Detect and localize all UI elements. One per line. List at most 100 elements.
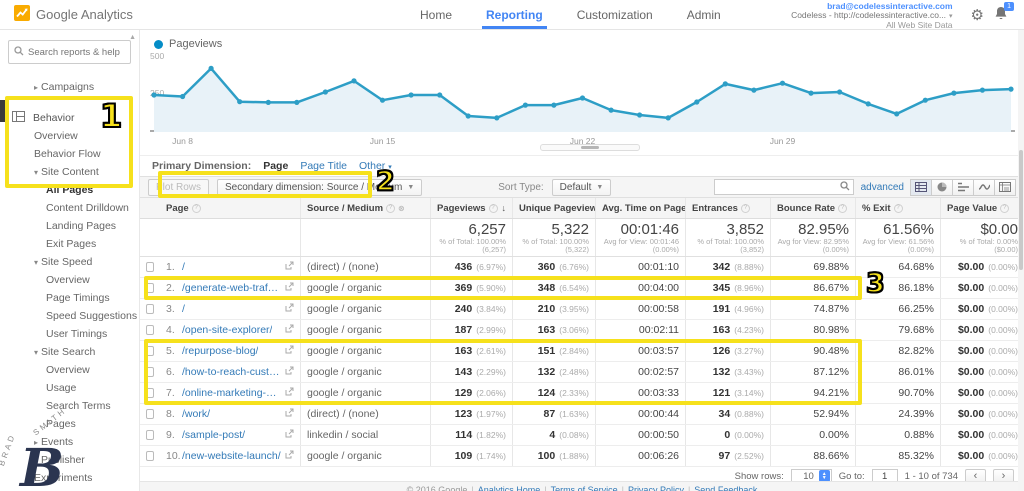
sidebar-item-site-search[interactable]: ▾Site Search bbox=[0, 343, 139, 361]
col-page[interactable]: Page? bbox=[160, 198, 300, 218]
external-link-icon[interactable] bbox=[281, 450, 294, 462]
row-checkbox[interactable] bbox=[140, 404, 160, 424]
scrollbar-handle[interactable] bbox=[581, 146, 599, 149]
vertical-scrollbar[interactable] bbox=[1018, 30, 1024, 491]
external-link-icon[interactable] bbox=[281, 366, 294, 378]
sidebar-item-campaigns[interactable]: ▸Campaigns bbox=[0, 78, 139, 96]
notifications-bell-icon[interactable]: 1 bbox=[994, 6, 1008, 24]
pivot-view-icon[interactable] bbox=[994, 179, 1016, 196]
page-link[interactable]: /open-site-explorer/ bbox=[182, 324, 272, 336]
help-icon[interactable]: ? bbox=[741, 204, 750, 213]
row-checkbox[interactable] bbox=[140, 257, 160, 277]
search-input[interactable] bbox=[28, 47, 125, 58]
col-avg-time[interactable]: Avg. Time on Page? bbox=[595, 198, 685, 218]
help-icon[interactable]: ? bbox=[1000, 204, 1009, 213]
row-checkbox[interactable] bbox=[140, 278, 160, 298]
sidebar-item-publisher[interactable]: ▸Publisher bbox=[0, 451, 139, 469]
sidebar-item-speed-suggestions[interactable]: Speed Suggestions bbox=[0, 307, 139, 325]
sidebar-item-site-search-pages[interactable]: Pages bbox=[0, 415, 139, 433]
page-link[interactable]: /sample-post/ bbox=[182, 429, 245, 441]
row-checkbox[interactable] bbox=[140, 362, 160, 382]
col-entrances[interactable]: Entrances? bbox=[685, 198, 770, 218]
external-link-icon[interactable] bbox=[281, 303, 294, 315]
sidebar-item-exit-pages[interactable]: Exit Pages bbox=[0, 235, 139, 253]
help-icon[interactable]: ? bbox=[489, 204, 498, 213]
row-checkbox[interactable] bbox=[140, 425, 160, 445]
external-link-icon[interactable] bbox=[281, 429, 294, 441]
chart-timeline-scrollbar[interactable] bbox=[540, 144, 640, 151]
sidebar-item-events[interactable]: ▸Events bbox=[0, 433, 139, 451]
row-checkbox[interactable] bbox=[140, 341, 160, 361]
col-page-value[interactable]: Page Value? bbox=[940, 198, 1024, 218]
remove-dimension-icon[interactable]: ⊗ bbox=[398, 204, 405, 213]
table-search[interactable] bbox=[714, 179, 854, 195]
tab-admin[interactable]: Admin bbox=[687, 0, 721, 29]
sort-type-dropdown[interactable]: Default▼ bbox=[552, 179, 612, 196]
row-checkbox[interactable] bbox=[140, 383, 160, 403]
secondary-dimension-dropdown[interactable]: Secondary dimension: Source / Medium▼ bbox=[217, 179, 422, 196]
comparison-view-icon[interactable] bbox=[973, 179, 995, 196]
page-link[interactable]: / bbox=[182, 261, 185, 273]
performance-view-icon[interactable] bbox=[952, 179, 974, 196]
plot-rows-button[interactable]: Plot Rows bbox=[148, 179, 209, 196]
table-view-icon[interactable] bbox=[910, 179, 932, 196]
dimension-page-title[interactable]: Page Title bbox=[300, 160, 347, 172]
chart-plot[interactable] bbox=[150, 58, 1015, 132]
page-link[interactable]: /work/ bbox=[182, 408, 210, 420]
search-icon[interactable] bbox=[840, 181, 850, 194]
table-search-input[interactable] bbox=[718, 182, 840, 193]
page-link[interactable]: /online-marketing-channels/ bbox=[182, 387, 281, 399]
sidebar-item-site-speed-overview[interactable]: Overview bbox=[0, 271, 139, 289]
percentage-view-icon[interactable] bbox=[931, 179, 953, 196]
tab-home[interactable]: Home bbox=[420, 0, 452, 29]
sidebar-item-all-pages[interactable]: All Pages bbox=[0, 181, 139, 199]
analytics-home-link[interactable]: Analytics Home bbox=[478, 485, 541, 491]
sidebar-item-landing-pages[interactable]: Landing Pages bbox=[0, 217, 139, 235]
external-link-icon[interactable] bbox=[281, 324, 294, 336]
sidebar-item-experiments[interactable]: Experiments bbox=[0, 469, 139, 487]
help-icon[interactable]: ? bbox=[894, 204, 903, 213]
scrollbar-handle[interactable] bbox=[1019, 150, 1023, 270]
page-link[interactable]: /new-website-launch/ bbox=[182, 450, 281, 462]
tab-reporting[interactable]: Reporting bbox=[486, 0, 543, 29]
sidebar-item-site-search-overview[interactable]: Overview bbox=[0, 361, 139, 379]
help-icon[interactable]: ? bbox=[838, 204, 847, 213]
dimension-other[interactable]: Other ▾ bbox=[359, 160, 392, 172]
terms-link[interactable]: Terms of Service bbox=[551, 485, 618, 491]
account-switcher[interactable]: brad@codelessinteractive.com Codeless - … bbox=[791, 0, 952, 30]
row-checkbox[interactable] bbox=[140, 446, 160, 466]
sidebar-item-page-timings[interactable]: Page Timings bbox=[0, 289, 139, 307]
sidebar-item-page-analytics[interactable]: ▸Page Analytics bbox=[0, 487, 139, 491]
google-analytics-logo[interactable]: Google Analytics bbox=[0, 5, 160, 24]
col-percent-exit[interactable]: % Exit? bbox=[855, 198, 940, 218]
sidebar-item-content-drilldown[interactable]: Content Drilldown bbox=[0, 199, 139, 217]
sidebar-item-search-terms[interactable]: Search Terms bbox=[0, 397, 139, 415]
dimension-page[interactable]: Page bbox=[263, 160, 288, 172]
row-checkbox[interactable] bbox=[140, 320, 160, 340]
external-link-icon[interactable] bbox=[281, 387, 294, 399]
page-link[interactable]: /repurpose-blog/ bbox=[182, 345, 258, 357]
settings-gear-icon[interactable]: ⚙ bbox=[971, 6, 984, 24]
feedback-link[interactable]: Send Feedback bbox=[694, 485, 757, 491]
external-link-icon[interactable] bbox=[281, 408, 294, 420]
sidebar-item-behavior[interactable]: Behavior bbox=[0, 109, 139, 127]
col-source-medium[interactable]: Source / Medium?⊗ bbox=[300, 198, 430, 218]
sidebar-item-behavior-overview[interactable]: Overview bbox=[0, 127, 139, 145]
col-pageviews[interactable]: Pageviews?↓ bbox=[430, 198, 512, 218]
page-link[interactable]: /generate-web-traffic/ bbox=[182, 282, 281, 294]
sidebar-item-behavior-flow[interactable]: Behavior Flow bbox=[0, 145, 139, 163]
sidebar-item-usage[interactable]: Usage bbox=[0, 379, 139, 397]
external-link-icon[interactable] bbox=[281, 261, 294, 273]
col-unique-pageviews[interactable]: Unique Pageviews? bbox=[512, 198, 595, 218]
help-icon[interactable]: ? bbox=[386, 204, 395, 213]
external-link-icon[interactable] bbox=[281, 345, 294, 357]
sidebar-item-site-speed[interactable]: ▾Site Speed bbox=[0, 253, 139, 271]
advanced-search-link[interactable]: advanced bbox=[861, 182, 904, 193]
page-link[interactable]: /how-to-reach-customers/ bbox=[182, 366, 281, 378]
sidebar-scroll-up-icon[interactable]: ▲ bbox=[129, 34, 136, 41]
tab-customization[interactable]: Customization bbox=[577, 0, 653, 29]
col-bounce-rate[interactable]: Bounce Rate? bbox=[770, 198, 855, 218]
sidebar-search[interactable] bbox=[8, 40, 131, 64]
sidebar-item-user-timings[interactable]: User Timings bbox=[0, 325, 139, 343]
sidebar-item-site-content[interactable]: ▾Site Content bbox=[0, 163, 139, 181]
